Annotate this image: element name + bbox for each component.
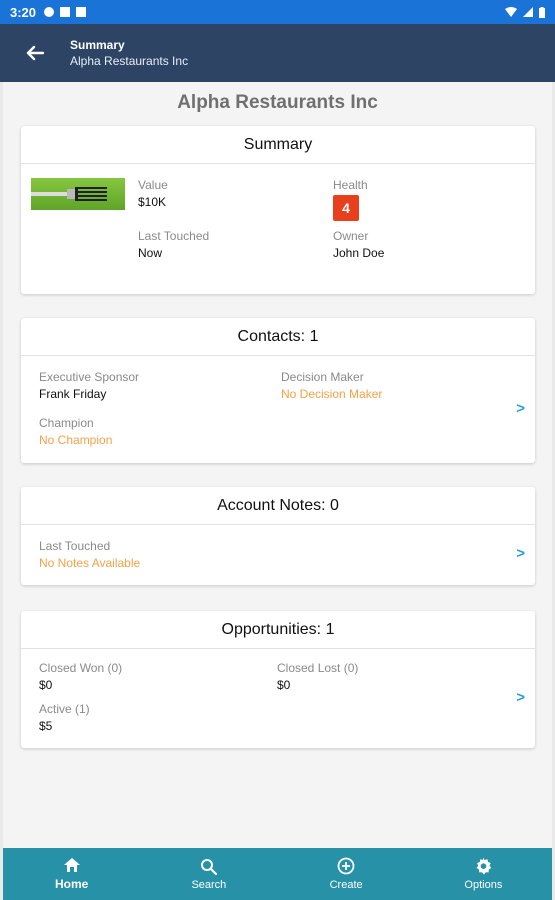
nav-options-label: Options [464, 879, 503, 891]
chevron-right-icon[interactable]: > [516, 400, 525, 417]
value-label: Value [138, 178, 168, 192]
decision-maker-field: Decision Maker No Decision Maker [281, 370, 382, 401]
closed-lost-label: Closed Lost (0) [277, 661, 359, 675]
summary-card-title: Summary [21, 126, 535, 164]
decision-maker-label: Decision Maker [281, 370, 364, 384]
owner-field: Owner John Doe [333, 229, 384, 260]
nav-home[interactable]: Home [3, 848, 140, 900]
executive-sponsor-label: Executive Sponsor [39, 370, 140, 384]
arrow-left-icon [26, 45, 44, 61]
champion-value: No Champion [39, 433, 113, 447]
account-notes-card-title: Account Notes: 0 [21, 487, 535, 525]
account-notes-card[interactable]: Account Notes: 0 Last Touched No Notes A… [21, 487, 535, 585]
company-name: Alpha Restaurants Inc [177, 92, 378, 113]
owner-value: John Doe [333, 246, 385, 260]
plus-circle-icon [337, 857, 355, 875]
champion-field: Champion No Champion [39, 416, 112, 447]
nav-home-label: Home [54, 877, 89, 891]
nav-search-label: Search [191, 878, 227, 891]
wifi-icon [505, 7, 517, 17]
closed-won-value: $0 [39, 678, 53, 692]
nav-options[interactable]: Options [415, 848, 552, 900]
active-value: $5 [39, 719, 53, 733]
health-field: Health 4 [333, 178, 368, 221]
gear-icon [476, 857, 492, 875]
app-bar-title: Summary [70, 38, 125, 52]
status-bar: 3:20 [0, 0, 555, 24]
account-image [31, 178, 125, 210]
value-amount: $10K [138, 195, 167, 209]
settings-notification-icon [44, 7, 55, 17]
search-icon [201, 858, 218, 875]
back-button[interactable] [0, 24, 70, 82]
app-bar-subtitle: Alpha Restaurants Inc [70, 54, 189, 68]
closed-won-label: Closed Won (0) [39, 661, 123, 675]
contacts-card[interactable]: Contacts: 1 Executive Sponsor Frank Frid… [21, 318, 535, 463]
active-label: Active (1) [39, 702, 90, 716]
value-field: Value $10K [138, 178, 168, 209]
notification-icon [60, 7, 71, 17]
closed-lost-value: $0 [277, 678, 291, 692]
chevron-right-icon[interactable]: > [516, 545, 525, 562]
nav-create-label: Create [329, 879, 363, 891]
opportunities-card-title: Opportunities: 1 [21, 611, 535, 649]
executive-sponsor-field: Executive Sponsor Frank Friday [39, 370, 139, 401]
notes-last-touched-label: Last Touched [39, 539, 111, 553]
last-touched-value: Now [138, 246, 163, 260]
closed-won-field: Closed Won (0) $0 [39, 661, 122, 692]
status-time: 3:20 [10, 4, 37, 20]
chevron-right-icon[interactable]: > [516, 689, 525, 706]
summary-card: Summary Value $10K Health 4 Last Touched… [21, 126, 535, 294]
decision-maker-value: No Decision Maker [281, 387, 383, 401]
nav-search[interactable]: Search [140, 848, 277, 900]
battery-icon [539, 6, 545, 18]
executive-sponsor-value: Frank Friday [39, 387, 107, 401]
last-touched-field: Last Touched Now [138, 229, 209, 260]
notes-last-touched-value: No Notes Available [39, 556, 141, 570]
bottom-nav: Home Search Create Options [3, 848, 552, 900]
last-touched-label: Last Touched [138, 229, 210, 243]
champion-label: Champion [39, 416, 94, 430]
app-bar: Summary Alpha Restaurants Inc [0, 24, 555, 82]
notes-last-touched-field: Last Touched No Notes Available [39, 539, 140, 570]
opportunities-card[interactable]: Opportunities: 1 Closed Won (0) $0 Close… [21, 611, 535, 748]
health-label: Health [333, 178, 368, 192]
account-details[interactable]: Alpha Restaurants Inc Summary Value $10K… [3, 82, 552, 848]
health-badge: 4 [333, 195, 359, 221]
nav-create[interactable]: Create [278, 848, 415, 900]
contacts-card-title: Contacts: 1 [21, 318, 535, 356]
active-field: Active (1) $5 [39, 702, 90, 733]
owner-label: Owner [333, 229, 369, 243]
home-icon [63, 858, 80, 872]
signal-icon [523, 7, 533, 17]
fork-icon [31, 187, 107, 201]
closed-lost-field: Closed Lost (0) $0 [277, 661, 358, 692]
sd-card-icon [76, 7, 87, 17]
